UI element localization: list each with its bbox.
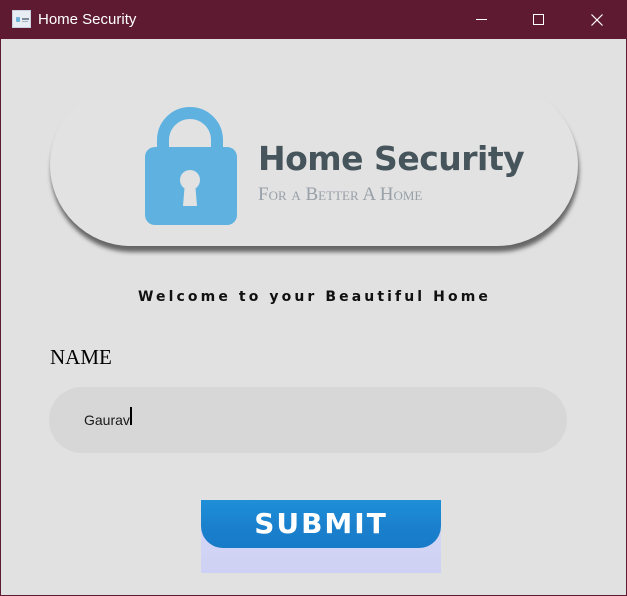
- submit-button[interactable]: SUBMIT: [201, 500, 441, 548]
- brand-name: Home Security: [258, 139, 525, 178]
- name-input[interactable]: [84, 409, 544, 431]
- close-button[interactable]: [568, 0, 626, 39]
- brand-tagline: For a Better A Home: [258, 184, 423, 205]
- padlock-icon: [145, 107, 237, 225]
- window-title: Home Security: [38, 11, 137, 28]
- minimize-icon: [476, 19, 487, 20]
- logo-banner: Home Security For a Better A Home: [48, 80, 582, 250]
- maximize-icon: [533, 14, 544, 25]
- name-field[interactable]: [49, 387, 567, 453]
- close-icon: [591, 14, 603, 26]
- app-icon: [12, 10, 31, 28]
- submit-button-label: SUBMIT: [254, 507, 388, 540]
- welcome-message: Welcome to your Beautiful Home: [137, 289, 491, 305]
- app-window: Home Security Home Security For a Better…: [0, 0, 627, 596]
- name-label: NAME: [50, 345, 112, 369]
- minimize-button[interactable]: [452, 0, 510, 39]
- title-bar[interactable]: Home Security: [1, 0, 627, 39]
- text-caret: [130, 407, 132, 425]
- maximize-button[interactable]: [510, 0, 568, 39]
